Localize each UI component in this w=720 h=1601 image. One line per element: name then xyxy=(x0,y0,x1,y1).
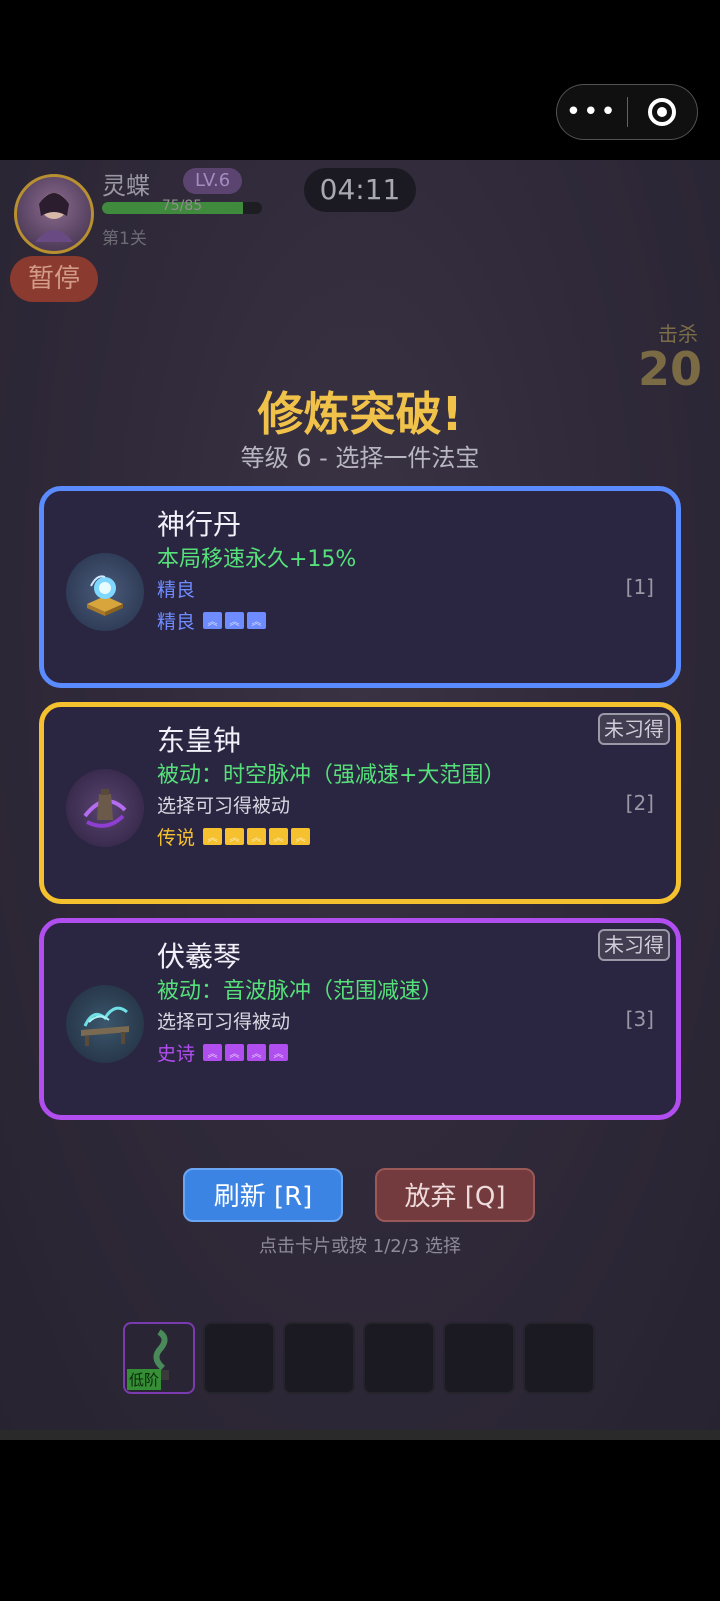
more-menu-icon[interactable]: ••• xyxy=(557,84,627,140)
unlearned-badge: 未习得 xyxy=(598,713,670,745)
card-desc: 精良 xyxy=(157,579,196,601)
close-miniprogram-button[interactable] xyxy=(628,98,698,126)
inventory-slot-6[interactable] xyxy=(523,1322,595,1394)
rarity-label: 精良 xyxy=(157,611,196,633)
game-timer: 04:11 xyxy=(304,168,416,212)
target-icon xyxy=(648,98,677,126)
rarity-star-icon: ︽ xyxy=(203,828,223,845)
rarity-star-icon: ︽ xyxy=(247,1044,267,1061)
hp-text: 75/85 xyxy=(161,198,203,214)
game-area: 灵蝶 LV.6 75/85 第1关 暂停 04:11 击杀 20 修炼突破! 等… xyxy=(0,160,720,1430)
rarity-star-icon: ︽ xyxy=(203,612,223,629)
inventory-slot-5[interactable] xyxy=(443,1322,515,1394)
avatar xyxy=(14,174,94,254)
character-portrait-icon xyxy=(35,193,73,242)
inventory-slot-3[interactable] xyxy=(283,1322,355,1394)
inventory-slot-1[interactable]: 低阶 xyxy=(123,1322,195,1394)
levelup-title: 修炼突破! xyxy=(257,387,463,441)
treasure-card-2[interactable]: 未习得 东皇钟 被动：时空脉冲（强减速+大范围） 选择可习得被动 传说 ︽ ︽ ︽ ︽… xyxy=(39,702,681,904)
card-hotkey: [2] xyxy=(625,791,654,815)
rarity-star-icon: ︽ xyxy=(269,1044,289,1061)
card-rarity: 精良 ︽ ︽ ︽ xyxy=(157,607,267,634)
card-effect: 被动：时空脉冲（强减速+大范围） xyxy=(157,763,506,788)
rarity-label: 史诗 xyxy=(157,1043,196,1065)
card-hotkey: [1] xyxy=(625,575,654,599)
card-effect: 被动：音波脉冲（范围减速） xyxy=(157,979,444,1004)
inventory-slot-4[interactable] xyxy=(363,1322,435,1394)
refresh-button[interactable]: 刷新 [R] xyxy=(183,1168,343,1222)
card-name: 东皇钟 xyxy=(157,724,242,757)
rarity-star-icon: ︽ xyxy=(269,828,289,845)
card-desc: 选择可习得被动 xyxy=(157,795,291,817)
inventory-slot-2[interactable] xyxy=(203,1322,275,1394)
levelup-subtitle: 等级 6 - 选择一件法宝 xyxy=(240,444,480,472)
rarity-star-icon: ︽ xyxy=(225,612,245,629)
rarity-star-icon: ︽ xyxy=(203,1044,223,1061)
unlearned-badge: 未习得 xyxy=(598,929,670,961)
card-name: 伏羲琴 xyxy=(157,940,242,973)
treasure-card-3[interactable]: 未习得 伏羲琴 被动：音波脉冲（范围减速） 选择可习得被动 史诗 ︽ ︽ ︽ ︽ [3… xyxy=(39,918,681,1120)
rarity-star-icon: ︽ xyxy=(225,1044,245,1061)
bell-icon xyxy=(66,769,144,847)
pause-button[interactable]: 暂停 xyxy=(10,256,98,302)
rarity-star-icon: ︽ xyxy=(291,828,311,845)
discard-button[interactable]: 放弃 [Q] xyxy=(375,1168,535,1222)
card-rarity: 传说 ︽ ︽ ︽ ︽ ︽ xyxy=(157,823,311,850)
guqin-icon xyxy=(66,985,144,1063)
selection-hint: 点击卡片或按 1/2/3 选择 xyxy=(259,1236,461,1257)
card-hotkey: [3] xyxy=(625,1007,654,1031)
rarity-label: 传说 xyxy=(157,827,196,849)
rarity-star-icon: ︽ xyxy=(247,828,267,845)
rarity-star-icon: ︽ xyxy=(247,612,267,629)
card-name: 神行丹 xyxy=(157,508,242,541)
card-desc: 选择可习得被动 xyxy=(157,1011,291,1033)
top-system-bar: ••• xyxy=(0,0,720,160)
level-badge: LV.6 xyxy=(183,168,243,194)
player-name: 灵蝶 xyxy=(102,172,150,200)
card-effect: 本局移速永久+15% xyxy=(157,547,357,572)
miniprogram-capsule: ••• xyxy=(556,84,698,140)
bottom-divider xyxy=(0,1430,720,1440)
rarity-star-icon: ︽ xyxy=(225,828,245,845)
stage-label: 第1关 xyxy=(102,229,147,249)
slot-tier-tag: 低阶 xyxy=(127,1369,162,1390)
treasure-card-1[interactable]: 神行丹 本局移速永久+15% 精良 精良 ︽ ︽ ︽ [1] xyxy=(39,486,681,688)
pill-icon xyxy=(66,553,144,631)
card-rarity: 史诗 ︽ ︽ ︽ ︽ xyxy=(157,1039,289,1066)
